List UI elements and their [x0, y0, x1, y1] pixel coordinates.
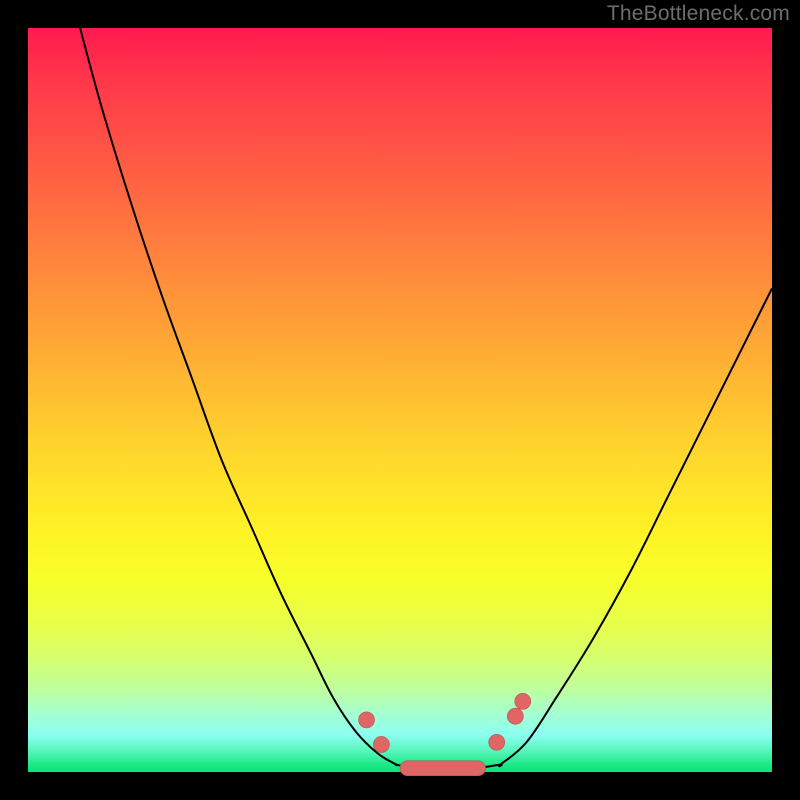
curve-marker [507, 708, 523, 724]
watermark-label: TheBottleneck.com [607, 2, 790, 26]
curve-marker [373, 736, 389, 752]
plot-area [28, 28, 772, 772]
chart-frame: TheBottleneck.com [0, 0, 800, 800]
curve-path [80, 28, 772, 769]
curve-marker [515, 693, 531, 709]
floor-bar [400, 761, 486, 776]
curve-marker [489, 734, 505, 750]
chart-svg [28, 28, 772, 772]
bottleneck-curve [80, 28, 772, 769]
curve-markers [359, 693, 531, 775]
curve-marker [359, 712, 375, 728]
